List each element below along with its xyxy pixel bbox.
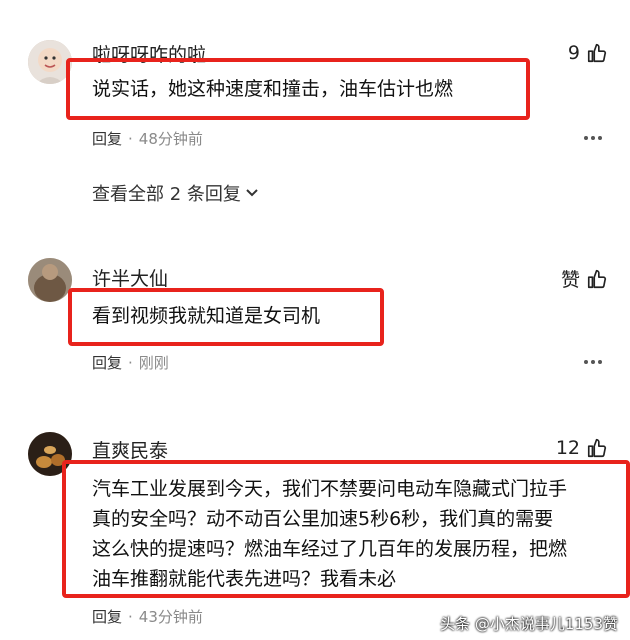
comment-meta: 回复 · 43分钟前: [92, 606, 203, 627]
view-all-replies-button[interactable]: 查看全部 2 条回复: [92, 180, 259, 206]
like-label: 赞: [560, 269, 580, 291]
separator-dot: ·: [128, 607, 133, 626]
separator-dot: ·: [128, 353, 133, 372]
avatar[interactable]: [28, 258, 72, 302]
comment-line: 真的安全吗？动不动百公里加速5秒6秒，我们真的需要: [92, 508, 554, 530]
thumbs-up-icon: [587, 43, 607, 63]
reply-button[interactable]: 回复: [92, 128, 122, 149]
like-count: 9: [567, 42, 580, 64]
timestamp: 48分钟前: [138, 130, 203, 148]
username[interactable]: 许半大仙: [92, 264, 168, 291]
separator-dot: ·: [128, 129, 133, 148]
like-button[interactable]: 12: [556, 437, 608, 459]
chevron-down-icon: [246, 189, 258, 197]
like-button[interactable]: 赞: [561, 265, 608, 292]
comment-text: 汽车工业发展到今天，我们不禁要问电动车隐藏式门拉手 真的安全吗？动不动百公里加速…: [92, 474, 567, 594]
comment-line: 汽车工业发展到今天，我们不禁要问电动车隐藏式门拉手: [92, 478, 568, 500]
more-dots-icon: [584, 360, 602, 364]
thumbs-up-icon: [587, 269, 607, 288]
more-options-button[interactable]: [582, 351, 604, 373]
username[interactable]: 直爽民泰: [92, 436, 168, 463]
comment-text: 看到视频我就知道是女司机: [92, 305, 321, 327]
comment-line: 这么快的提速吗？燃油车经过了几百年的发展历程，把燃: [92, 538, 568, 560]
reply-button[interactable]: 回复: [92, 606, 122, 627]
like-button[interactable]: 9: [568, 42, 608, 64]
timestamp: 43分钟前: [138, 608, 203, 626]
thumbs-up-icon: [587, 438, 607, 458]
timestamp: 刚刚: [138, 354, 169, 372]
watermark: 头条 @小杰说事儿1153赞: [440, 615, 618, 633]
reply-button[interactable]: 回复: [92, 352, 122, 373]
more-dots-icon: [584, 136, 602, 140]
view-all-label: 查看全部 2 条回复: [92, 184, 241, 205]
comment-line: 油车推翻就能代表先进吗？我看未必: [92, 568, 397, 590]
comment-meta: 回复 · 48分钟前: [92, 128, 203, 149]
like-count: 12: [555, 437, 580, 459]
comment-text: 说实话，她这种速度和撞击，油车估计也燃: [92, 78, 454, 100]
comment-meta: 回复 · 刚刚: [92, 352, 169, 373]
more-options-button[interactable]: [582, 127, 604, 149]
